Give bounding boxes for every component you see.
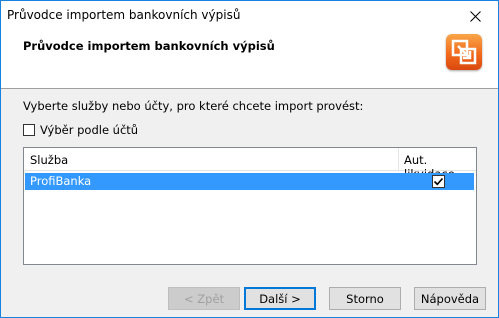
- column-divider[interactable]: [398, 148, 399, 170]
- list-item[interactable]: ProfiBanka: [25, 173, 474, 190]
- page-title: Průvodce importem bankovních výpisů: [23, 39, 275, 53]
- instruction-text: Vyberte služby nebo účty, pro které chce…: [23, 99, 364, 113]
- checkbox-box[interactable]: [23, 124, 35, 136]
- column-header-service[interactable]: Služba: [30, 153, 68, 167]
- window-title: Průvodce importem bankovních výpisů: [7, 8, 241, 22]
- checkmark-icon: [433, 177, 444, 186]
- list-header: Služba Aut. likvidace: [24, 148, 476, 181]
- help-button[interactable]: Nápověda: [414, 287, 486, 310]
- title-bar: Průvodce importem bankovních výpisů: [1, 1, 498, 31]
- close-icon: [469, 10, 481, 22]
- account-selection-label: Výběr podle účtů: [40, 123, 139, 137]
- next-button[interactable]: Další >: [244, 287, 316, 310]
- service-name: ProfiBanka: [30, 174, 92, 188]
- auto-liquidation-checkbox[interactable]: [432, 175, 445, 188]
- import-wizard-logo-icon: [446, 34, 482, 70]
- account-selection-checkbox[interactable]: Výběr podle účtů: [23, 123, 138, 137]
- service-list[interactable]: Služba Aut. likvidace ProfiBanka: [23, 147, 477, 265]
- back-button[interactable]: < Zpět: [168, 287, 240, 310]
- wizard-window: Průvodce importem bankovních výpisů Prův…: [0, 0, 499, 318]
- wizard-header: Průvodce importem bankovních výpisů: [1, 31, 498, 89]
- cancel-button[interactable]: Storno: [329, 287, 401, 310]
- close-button[interactable]: [452, 1, 498, 31]
